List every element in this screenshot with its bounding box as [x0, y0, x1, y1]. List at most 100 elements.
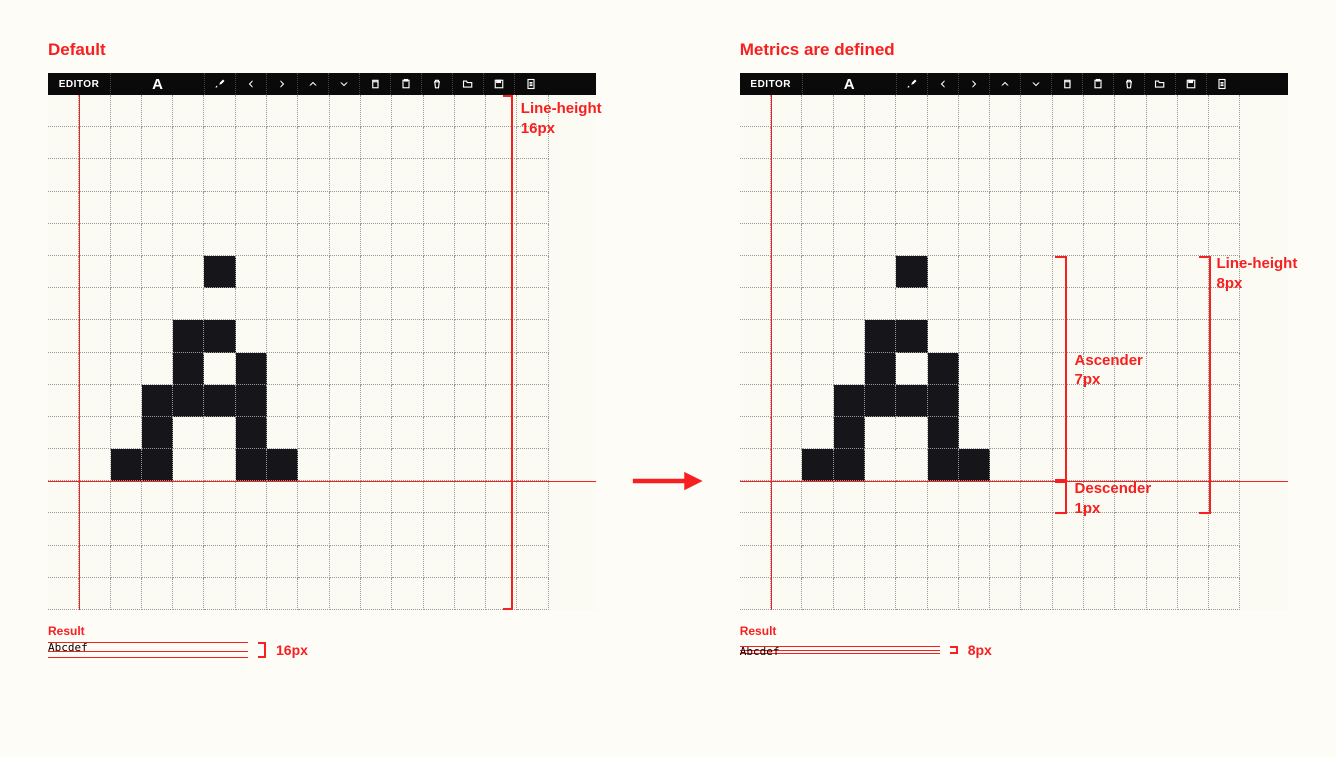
grid-cell[interactable] — [48, 224, 79, 256]
grid-cell[interactable] — [1053, 224, 1084, 256]
grid-cell[interactable] — [79, 449, 110, 481]
grid-cell[interactable] — [330, 288, 361, 320]
grid-cell[interactable] — [392, 449, 423, 481]
grid-cell[interactable] — [990, 546, 1021, 578]
grid-cell[interactable] — [865, 256, 896, 288]
trash-icon[interactable] — [1114, 73, 1145, 95]
grid-cell[interactable] — [896, 481, 927, 513]
grid-cell[interactable] — [1178, 578, 1209, 610]
grid-cell[interactable] — [802, 224, 833, 256]
grid-cell[interactable] — [455, 95, 486, 127]
grid-cell[interactable] — [361, 127, 392, 159]
grid-cell[interactable] — [361, 192, 392, 224]
grid-cell[interactable] — [802, 449, 833, 481]
grid-cell[interactable] — [1021, 192, 1052, 224]
grid-cell[interactable] — [392, 353, 423, 385]
grid-cell[interactable] — [111, 192, 142, 224]
grid-cell[interactable] — [896, 417, 927, 449]
grid-cell[interactable] — [1209, 127, 1240, 159]
grid-cell[interactable] — [236, 449, 267, 481]
grid-cell[interactable] — [865, 224, 896, 256]
grid-cell[interactable] — [173, 353, 204, 385]
grid-cell[interactable] — [48, 288, 79, 320]
toolbar-current-letter[interactable]: A — [111, 73, 205, 95]
grid-cell[interactable] — [142, 192, 173, 224]
grid-cell[interactable] — [517, 288, 548, 320]
grid-cell[interactable] — [424, 513, 455, 545]
grid-cell[interactable] — [173, 417, 204, 449]
grid-cell[interactable] — [111, 224, 142, 256]
grid-cell[interactable] — [267, 192, 298, 224]
grid-cell[interactable] — [455, 288, 486, 320]
grid-cell[interactable] — [142, 546, 173, 578]
grid-cell[interactable] — [79, 578, 110, 610]
grid-cell[interactable] — [455, 353, 486, 385]
grid-cell[interactable] — [392, 417, 423, 449]
grid-cell[interactable] — [267, 578, 298, 610]
grid-cell[interactable] — [1021, 353, 1052, 385]
grid-cell[interactable] — [1147, 320, 1178, 352]
grid-cell[interactable] — [928, 288, 959, 320]
grid-cell[interactable] — [392, 159, 423, 191]
grid-cell[interactable] — [959, 481, 990, 513]
grid-cell[interactable] — [361, 481, 392, 513]
grid-cell[interactable] — [392, 192, 423, 224]
grid-cell[interactable] — [896, 256, 927, 288]
grid-cell[interactable] — [361, 320, 392, 352]
grid-cell[interactable] — [361, 385, 392, 417]
grid-cell[interactable] — [79, 127, 110, 159]
grid-cell[interactable] — [959, 449, 990, 481]
pixel-grid-left[interactable] — [48, 95, 596, 610]
grid-cell[interactable] — [48, 546, 79, 578]
grid-cell[interactable] — [959, 159, 990, 191]
grid-cell[interactable] — [142, 224, 173, 256]
grid-cell[interactable] — [865, 481, 896, 513]
grid-cell[interactable] — [298, 513, 329, 545]
grid-cell[interactable] — [173, 127, 204, 159]
export-icon[interactable] — [1207, 73, 1238, 95]
grid-cell[interactable] — [455, 449, 486, 481]
grid-cell[interactable] — [142, 481, 173, 513]
grid-cell[interactable] — [79, 320, 110, 352]
grid-cell[interactable] — [928, 127, 959, 159]
grid-cell[interactable] — [424, 417, 455, 449]
grid-cell[interactable] — [959, 385, 990, 417]
grid-cell[interactable] — [834, 353, 865, 385]
grid-cell[interactable] — [267, 288, 298, 320]
grid-cell[interactable] — [834, 449, 865, 481]
grid-cell[interactable] — [236, 353, 267, 385]
grid-cell[interactable] — [990, 320, 1021, 352]
grid-cell[interactable] — [1209, 385, 1240, 417]
grid-cell[interactable] — [236, 417, 267, 449]
grid-cell[interactable] — [771, 481, 802, 513]
grid-cell[interactable] — [173, 513, 204, 545]
grid-cell[interactable] — [142, 256, 173, 288]
grid-cell[interactable] — [834, 546, 865, 578]
grid-cell[interactable] — [802, 95, 833, 127]
grid-cell[interactable] — [990, 385, 1021, 417]
grid-cell[interactable] — [990, 513, 1021, 545]
grid-cell[interactable] — [424, 192, 455, 224]
grid-cell[interactable] — [1147, 256, 1178, 288]
grid-cell[interactable] — [204, 578, 235, 610]
grid-cell[interactable] — [298, 320, 329, 352]
grid-cell[interactable] — [834, 288, 865, 320]
grid-cell[interactable] — [834, 256, 865, 288]
grid-cell[interactable] — [330, 95, 361, 127]
grid-cell[interactable] — [392, 513, 423, 545]
grid-cell[interactable] — [865, 320, 896, 352]
grid-cell[interactable] — [48, 513, 79, 545]
grid-cell[interactable] — [1147, 546, 1178, 578]
grid-cell[interactable] — [1084, 417, 1115, 449]
grid-cell[interactable] — [79, 481, 110, 513]
grid-cell[interactable] — [740, 224, 771, 256]
grid-cell[interactable] — [79, 224, 110, 256]
grid-cell[interactable] — [1021, 288, 1052, 320]
grid-cell[interactable] — [48, 353, 79, 385]
grid-cell[interactable] — [834, 481, 865, 513]
chevron-left-icon[interactable] — [928, 73, 959, 95]
grid-cell[interactable] — [79, 353, 110, 385]
grid-cell[interactable] — [740, 320, 771, 352]
grid-cell[interactable] — [1021, 320, 1052, 352]
grid-cell[interactable] — [959, 256, 990, 288]
